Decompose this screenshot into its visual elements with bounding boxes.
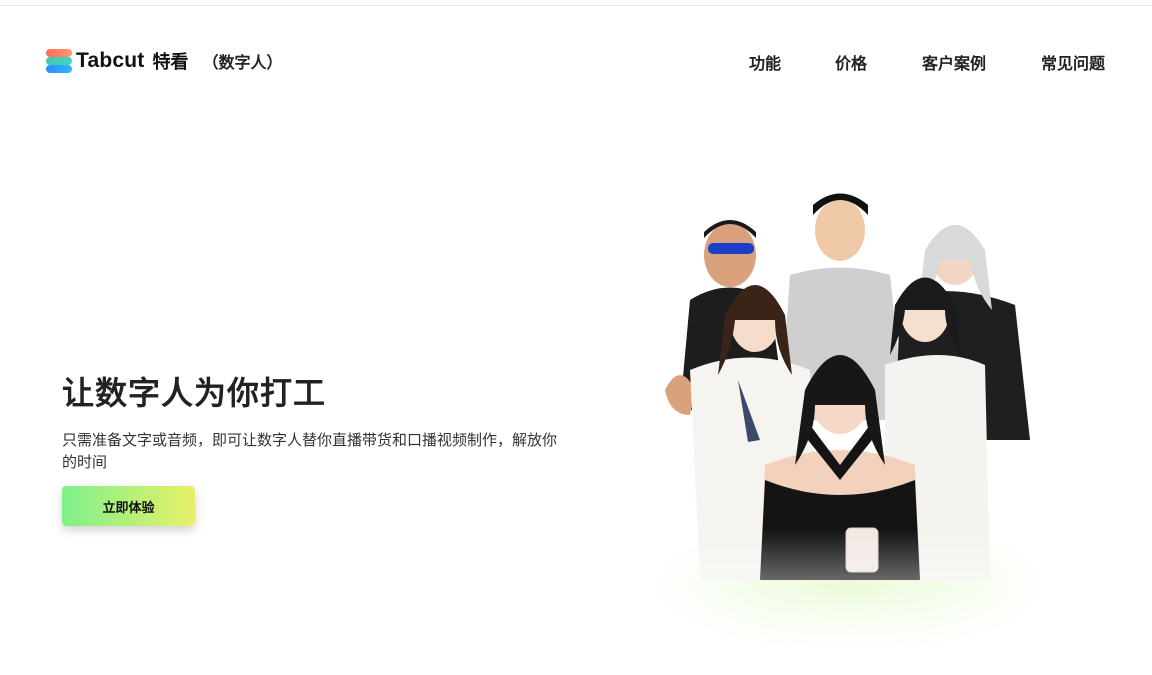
try-now-button[interactable]: 立即体验 [62,486,195,526]
logo[interactable]: Tabcut 特看 （数字人） [46,48,283,74]
product-label: （数字人） [202,53,283,72]
hero-title: 让数字人为你打工 [62,374,327,412]
nav-item-features[interactable]: 功能 [749,50,781,74]
digital-humans-illustration [620,193,1090,670]
brand-name-cn: 特看 [152,52,189,73]
top-divider [0,5,1152,6]
brand-name: Tabcut [76,49,145,72]
nav-item-pricing[interactable]: 价格 [835,50,867,74]
nav-item-cases[interactable]: 客户案例 [922,50,986,74]
tabcut-logo-icon [46,49,72,73]
nav-item-faq[interactable]: 常见问题 [1041,50,1105,74]
hero-description: 只需准备文字或音频，即可让数字人替你直播带货和口播视频制作，解放你的时间 [62,431,558,471]
